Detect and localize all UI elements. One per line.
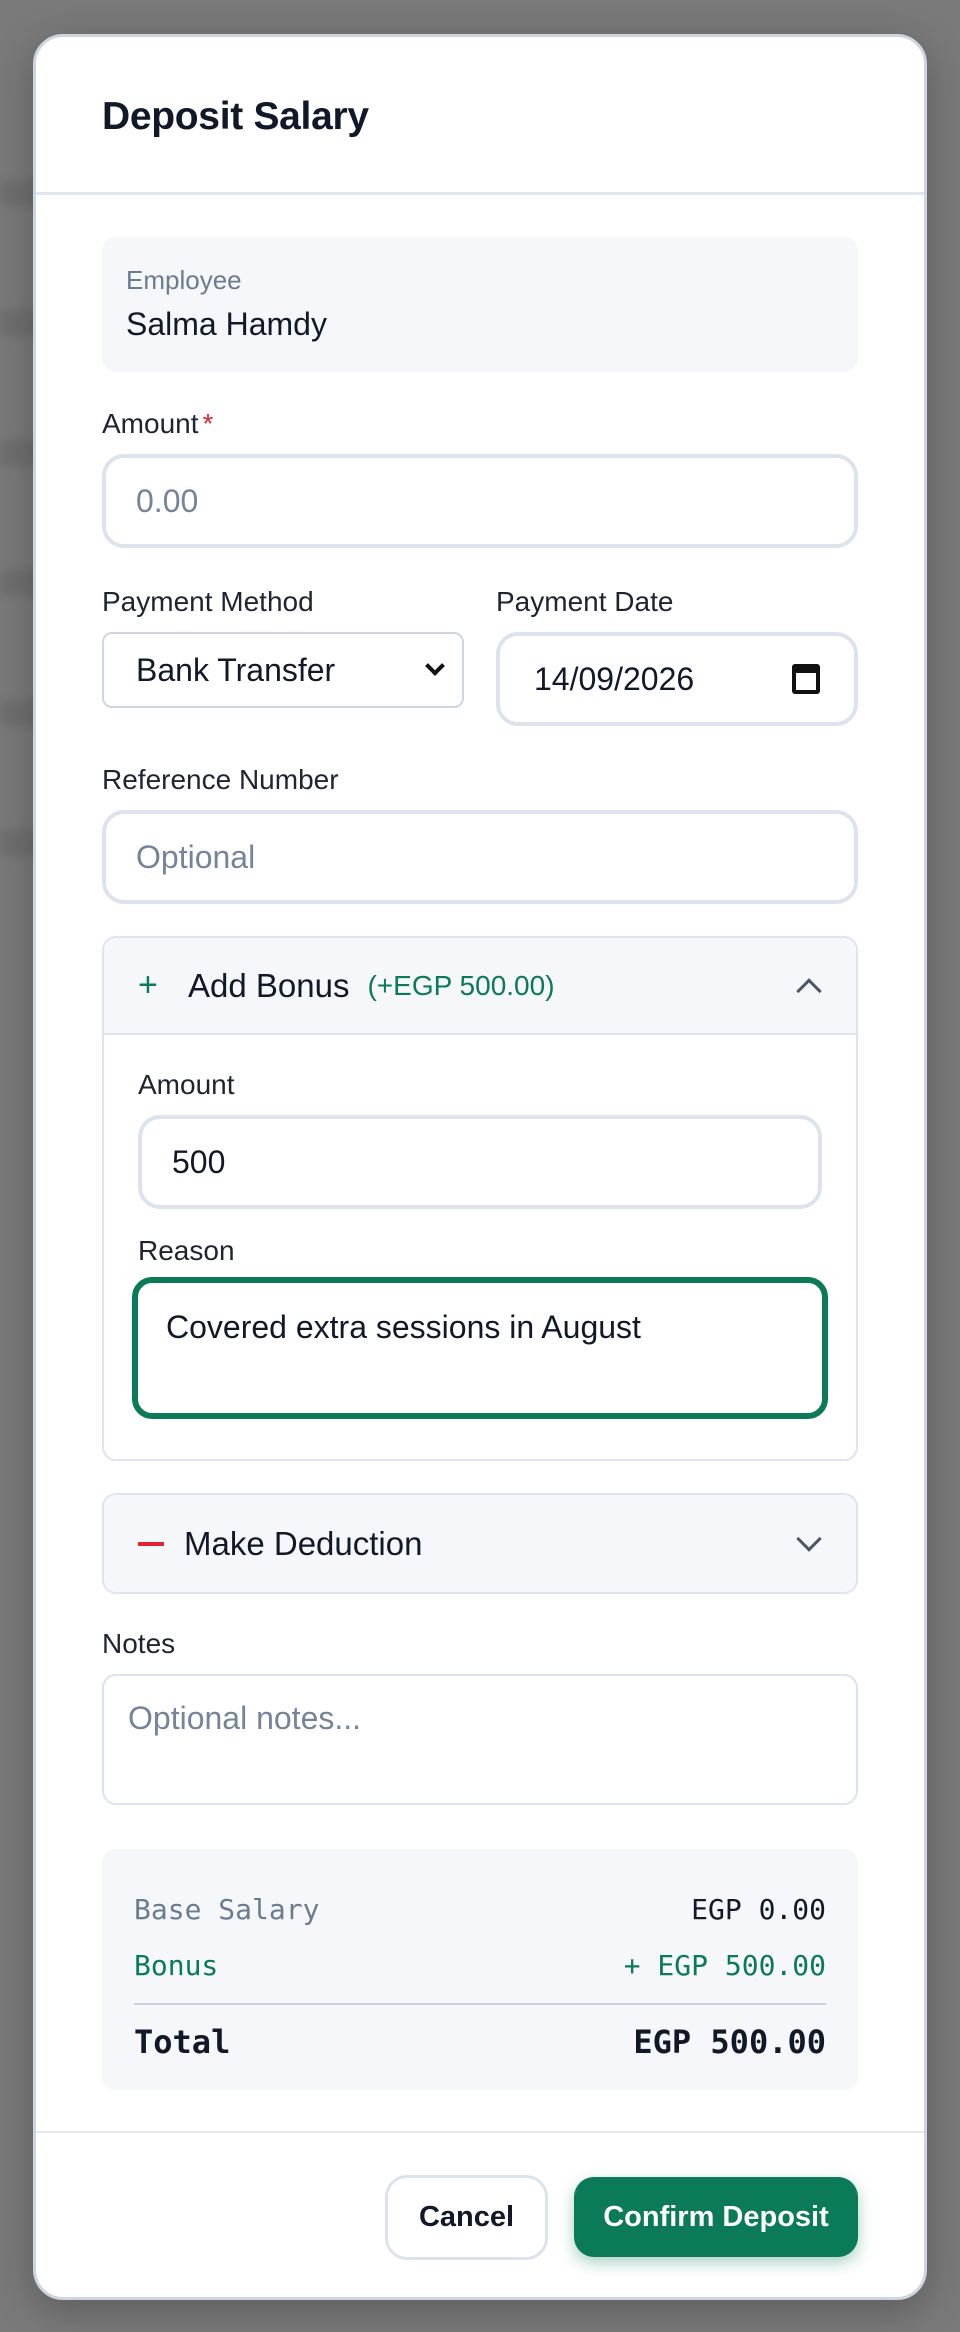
payment-method-select[interactable]: Bank Transfer: [102, 632, 464, 708]
employee-name: Salma Hamdy: [126, 306, 327, 342]
cancel-button[interactable]: Cancel: [385, 2175, 548, 2260]
deduction-toggle[interactable]: Make Deduction: [104, 1495, 856, 1592]
summary-base-row: Base Salary EGP 0.00: [134, 1881, 826, 1937]
amount-input[interactable]: 0.00: [102, 454, 858, 548]
chevron-down-icon: [425, 656, 445, 676]
confirm-deposit-button[interactable]: Confirm Deposit: [574, 2177, 858, 2257]
payment-method-label: Payment Method: [102, 586, 314, 617]
summary-divider: [134, 2003, 826, 2005]
base-salary-label: Base Salary: [134, 1892, 320, 1926]
employee-label: Employee: [126, 265, 242, 295]
notes-field-group: Notes Optional notes...: [102, 1628, 858, 1805]
payment-date-value: 14/09/2026: [534, 660, 695, 697]
payment-method-group: Payment Method Bank Transfer: [102, 586, 464, 726]
chevron-down-icon: [796, 1525, 822, 1552]
bonus-body: Amount 500 Reason Covered extra sessions…: [104, 1035, 856, 1459]
bonus-reason-textarea[interactable]: Covered extra sessions in August: [132, 1277, 828, 1419]
bonus-title: Add Bonus: [188, 966, 350, 1004]
amount-label: Amount *: [102, 408, 214, 439]
reference-input[interactable]: Optional: [102, 810, 858, 904]
bonus-toggle[interactable]: + Add Bonus (+EGP 500.00): [104, 938, 856, 1035]
deduction-title: Make Deduction: [184, 1524, 423, 1562]
notes-textarea[interactable]: Optional notes...: [102, 1674, 858, 1805]
calendar-icon[interactable]: [792, 664, 820, 694]
bonus-amount-input[interactable]: 500: [138, 1115, 822, 1209]
minus-icon: [138, 1541, 164, 1546]
bonus-summary-value: + EGP 500.00: [623, 1948, 826, 1982]
bonus-reason-label: Reason: [138, 1235, 235, 1266]
modal-title: Deposit Salary: [102, 95, 369, 138]
deposit-salary-modal: Deposit Salary Employee Salma Hamdy Amou…: [33, 34, 927, 2300]
bonus-badge: (+EGP 500.00): [367, 969, 555, 1001]
payment-row: Payment Method Bank Transfer Payment Dat…: [102, 586, 858, 726]
total-value: EGP 500.00: [633, 2023, 826, 2061]
reference-field-group: Reference Number Optional: [102, 764, 858, 904]
bonus-section: + Add Bonus (+EGP 500.00) Amount 500 Rea…: [102, 936, 858, 1461]
base-salary-value: EGP 0.00: [691, 1892, 826, 1926]
amount-field-group: Amount * 0.00: [102, 408, 858, 548]
payment-date-input[interactable]: 14/09/2026: [496, 632, 858, 726]
bonus-summary-label: Bonus: [134, 1948, 219, 1982]
payment-date-group: Payment Date 14/09/2026: [496, 586, 858, 726]
bonus-amount-label: Amount: [138, 1069, 235, 1100]
employee-card: Employee Salma Hamdy: [102, 237, 858, 372]
modal-body: Employee Salma Hamdy Amount * 0.00 Paymen…: [36, 195, 924, 2090]
notes-label: Notes: [102, 1628, 176, 1659]
modal-header: Deposit Salary: [36, 37, 924, 195]
payment-date-label: Payment Date: [496, 586, 674, 617]
plus-icon: +: [138, 966, 158, 1004]
salary-summary: Base Salary EGP 0.00 Bonus + EGP 500.00 …: [102, 1849, 858, 2090]
required-mark: *: [202, 408, 214, 439]
total-label: Total: [134, 2023, 231, 2061]
chevron-up-icon: [796, 977, 822, 1004]
payment-method-value: Bank Transfer: [136, 651, 336, 688]
deduction-section: Make Deduction: [102, 1493, 858, 1594]
summary-total-row: Total EGP 500.00: [134, 2009, 826, 2075]
modal-footer: Cancel Confirm Deposit: [36, 2131, 924, 2297]
summary-bonus-row: Bonus + EGP 500.00: [134, 1937, 826, 1993]
reference-label: Reference Number: [102, 764, 339, 795]
